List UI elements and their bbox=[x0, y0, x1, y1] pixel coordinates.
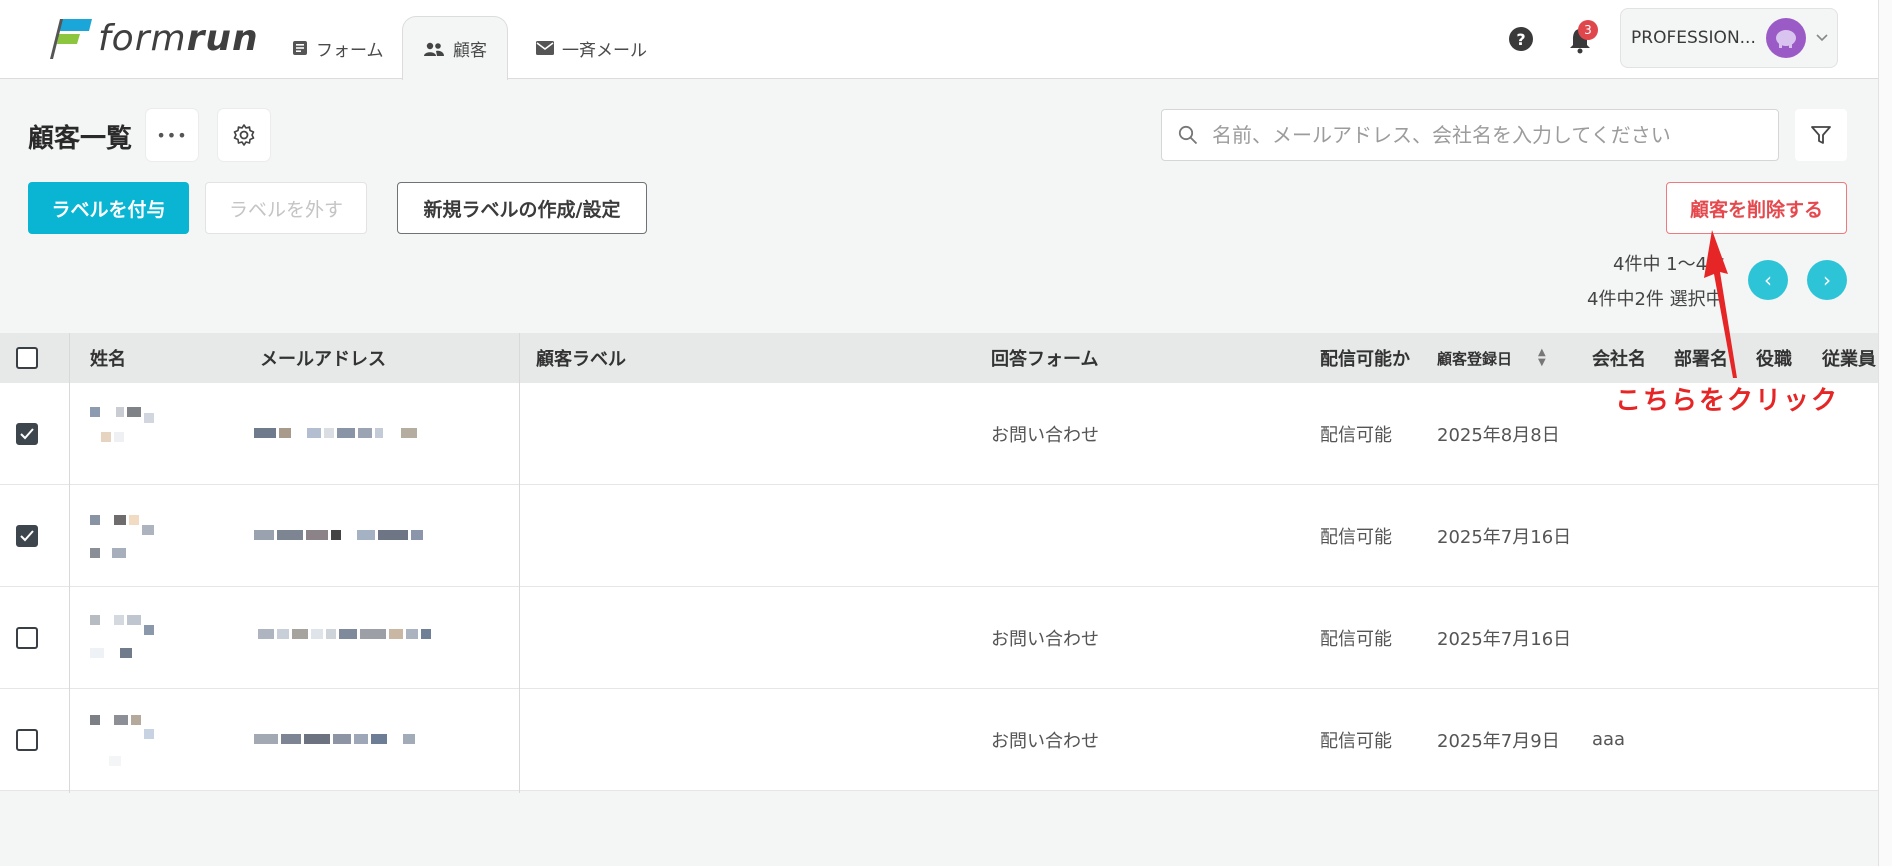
redacted-name bbox=[90, 407, 160, 442]
table-row[interactable]: お問い合わせ 配信可能 2025年7月9日 aaa bbox=[0, 689, 1878, 791]
prev-page-button[interactable]: ‹ bbox=[1748, 260, 1788, 300]
formrun-logo-icon bbox=[50, 19, 92, 59]
top-header: formrun フォーム 顧客 一斉メール ? 3 PROFESSION... bbox=[0, 0, 1878, 80]
add-label-button[interactable]: ラベルを付与 bbox=[28, 182, 189, 234]
redacted-name bbox=[90, 715, 160, 766]
delete-customers-button[interactable]: 顧客を削除する bbox=[1666, 182, 1847, 234]
settings-button[interactable] bbox=[218, 109, 270, 161]
row-deliverable: 配信可能 bbox=[1320, 628, 1392, 650]
tab-customers-label: 顧客 bbox=[453, 41, 487, 61]
row-registered: 2025年8月8日 bbox=[1437, 424, 1560, 446]
remove-label-button[interactable]: ラベルを外す bbox=[205, 182, 367, 234]
form-icon bbox=[293, 41, 307, 55]
column-divider bbox=[69, 333, 70, 793]
help-icon[interactable]: ? bbox=[1509, 27, 1533, 51]
redacted-email bbox=[258, 629, 498, 639]
more-options-button[interactable]: ••• bbox=[146, 109, 198, 161]
customer-table: 姓名 メールアドレス 顧客ラベル 回答フォーム 配信可能か 顧客登録日 ▲ ▼ 会… bbox=[0, 333, 1878, 791]
chevron-down-icon bbox=[1816, 34, 1828, 42]
row-deliverable: 配信可能 bbox=[1320, 424, 1392, 446]
formrun-logo[interactable]: formrun bbox=[48, 14, 259, 62]
tab-customers[interactable]: 顧客 bbox=[402, 16, 508, 80]
avatar bbox=[1765, 18, 1806, 58]
col-header-deliverable[interactable]: 配信可能か bbox=[1320, 333, 1410, 383]
row-deliverable: 配信可能 bbox=[1320, 730, 1392, 752]
row-deliverable: 配信可能 bbox=[1320, 526, 1392, 548]
checkmark-icon bbox=[20, 529, 34, 541]
row-form: お問い合わせ bbox=[991, 730, 1099, 752]
row-registered: 2025年7月16日 bbox=[1437, 628, 1572, 650]
table-row[interactable]: お問い合わせ 配信可能 2025年8月8日 bbox=[0, 383, 1878, 485]
account-menu[interactable]: PROFESSION... bbox=[1620, 8, 1838, 68]
row-checkbox[interactable] bbox=[16, 383, 38, 484]
page-scrollbar[interactable] bbox=[1878, 0, 1892, 866]
redacted-email bbox=[254, 530, 423, 540]
filter-icon bbox=[1811, 126, 1831, 144]
col-header-name[interactable]: 姓名 bbox=[90, 333, 126, 383]
logo-text-bold: run bbox=[186, 17, 259, 59]
col-header-company[interactable]: 会社名 bbox=[1592, 333, 1646, 383]
checkmark-icon bbox=[20, 427, 34, 439]
create-label-button[interactable]: 新規ラベルの作成/設定 bbox=[397, 182, 647, 234]
redacted-name bbox=[90, 615, 160, 658]
col-header-email[interactable]: メールアドレス bbox=[260, 333, 386, 383]
col-header-form[interactable]: 回答フォーム bbox=[991, 333, 1098, 383]
more-dots-icon: ••• bbox=[156, 125, 188, 145]
gear-icon bbox=[233, 124, 255, 146]
col-header-position[interactable]: 役職 bbox=[1756, 333, 1792, 383]
row-form: お問い合わせ bbox=[991, 628, 1099, 650]
col-header-registered-label: 顧客登録日 bbox=[1437, 349, 1513, 368]
col-header-employees[interactable]: 従業員 bbox=[1822, 333, 1876, 383]
logo-text-light: form bbox=[98, 17, 187, 59]
redacted-name bbox=[90, 515, 160, 558]
tab-form[interactable]: フォーム bbox=[292, 18, 384, 78]
page-title: 顧客一覧 bbox=[28, 124, 133, 154]
row-form: お問い合わせ bbox=[991, 424, 1099, 446]
people-icon bbox=[424, 42, 444, 56]
column-divider bbox=[519, 333, 520, 793]
row-checkbox[interactable] bbox=[16, 485, 38, 586]
account-name: PROFESSION... bbox=[1631, 28, 1756, 48]
tab-bulk-mail[interactable]: 一斉メール bbox=[536, 18, 647, 78]
annotation-arrow bbox=[1704, 230, 1737, 378]
redacted-email bbox=[254, 734, 415, 744]
next-page-button[interactable]: › bbox=[1807, 260, 1847, 300]
tab-form-label: フォーム bbox=[316, 40, 384, 61]
row-registered: 2025年7月9日 bbox=[1437, 730, 1560, 752]
row-company: aaa bbox=[1592, 729, 1626, 750]
sort-icon[interactable]: ▲ ▼ bbox=[1538, 348, 1546, 368]
notification-count-badge: 3 bbox=[1578, 20, 1598, 40]
elephant-icon bbox=[1775, 30, 1796, 48]
chevron-left-icon: ‹ bbox=[1764, 268, 1772, 292]
chevron-right-icon: › bbox=[1823, 268, 1831, 292]
mail-icon bbox=[536, 41, 554, 55]
row-registered: 2025年7月16日 bbox=[1437, 526, 1572, 548]
select-all-checkbox[interactable] bbox=[16, 333, 38, 383]
search-icon bbox=[1178, 125, 1198, 145]
table-row[interactable]: 配信可能 2025年7月16日 bbox=[0, 485, 1878, 587]
tab-bulk-mail-label: 一斉メール bbox=[562, 40, 647, 61]
table-row[interactable]: お問い合わせ 配信可能 2025年7月16日 bbox=[0, 587, 1878, 689]
redacted-email bbox=[254, 428, 417, 438]
col-header-label[interactable]: 顧客ラベル bbox=[536, 333, 626, 383]
search-input[interactable] bbox=[1210, 122, 1754, 148]
col-header-registered[interactable]: 顧客登録日 ▲ ▼ bbox=[1437, 333, 1546, 383]
table-header: 姓名 メールアドレス 顧客ラベル 回答フォーム 配信可能か 顧客登録日 ▲ ▼ 会… bbox=[0, 333, 1878, 383]
row-checkbox[interactable] bbox=[16, 587, 38, 688]
filter-button[interactable] bbox=[1795, 109, 1847, 161]
annotation-text: こちらをクリック bbox=[1615, 386, 1840, 416]
customer-search-box[interactable] bbox=[1161, 109, 1779, 161]
row-checkbox[interactable] bbox=[16, 689, 38, 790]
